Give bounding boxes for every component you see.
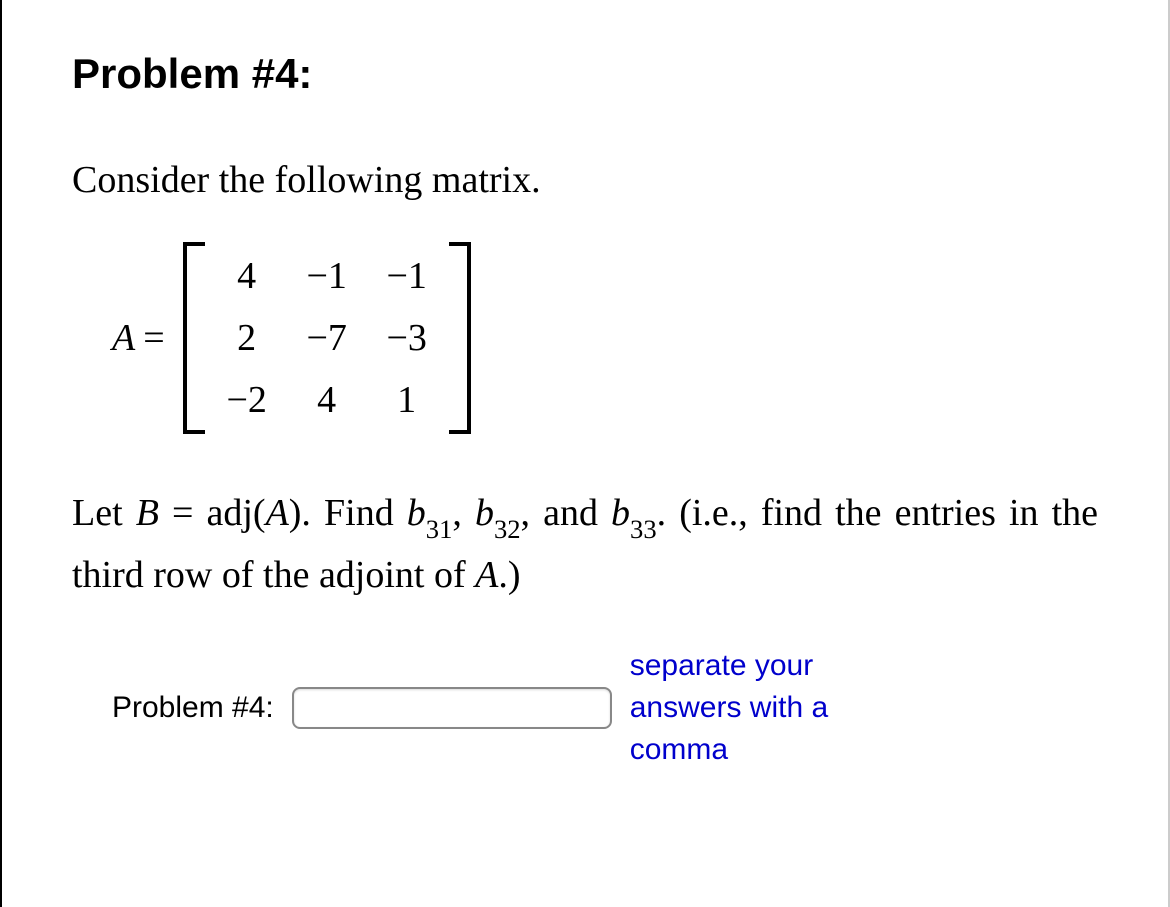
right-bracket-icon <box>449 242 471 434</box>
q-text: = adj( <box>159 492 266 534</box>
matrix-cell: −1 <box>385 254 429 298</box>
q-text: ). Find <box>289 492 407 534</box>
q-sub: 33 <box>630 514 657 544</box>
matrix-cell: −3 <box>385 316 429 360</box>
q-var-b: b <box>407 492 426 534</box>
q-var-b: b <box>475 492 494 534</box>
problem-page: Problem #4: Consider the following matri… <box>0 0 1170 907</box>
matrix-cell: −7 <box>305 316 349 360</box>
answer-input[interactable] <box>292 687 612 729</box>
answer-row: Problem #4: separate your answers with a… <box>112 645 1098 771</box>
matrix-cell: 4 <box>225 254 269 298</box>
problem-title: Problem #4: <box>72 50 1098 98</box>
q-text: Let <box>72 492 136 534</box>
matrix-cell: −2 <box>225 378 269 422</box>
matrix-cell: 2 <box>225 316 269 360</box>
matrix-definition: A= 4 −1 −1 2 −7 −3 −2 4 1 <box>112 242 1098 434</box>
q-text: .) <box>498 554 520 596</box>
q-text: , and <box>521 492 612 534</box>
q-text: , <box>452 492 475 534</box>
matrix-cell: 1 <box>385 378 429 422</box>
q-var-A: A <box>475 554 498 596</box>
answer-label: Problem #4: <box>112 691 274 725</box>
equals-sign: = <box>143 317 164 359</box>
matrix-symbol: A <box>112 317 135 359</box>
q-sub: 31 <box>426 514 453 544</box>
intro-text: Consider the following matrix. <box>72 158 1098 202</box>
matrix-grid: 4 −1 −1 2 −7 −3 −2 4 1 <box>205 242 449 434</box>
q-var-A: A <box>266 492 289 534</box>
answer-hint: separate your answers with a comma <box>630 645 930 771</box>
matrix-lhs: A= <box>112 316 165 360</box>
left-bracket-icon <box>183 242 205 434</box>
matrix-cell: 4 <box>305 378 349 422</box>
question-text: Let B = adj(A). Find b31, b32, and b33. … <box>72 484 1098 605</box>
q-var-b: b <box>611 492 630 534</box>
matrix-cell: −1 <box>305 254 349 298</box>
q-sub: 32 <box>494 514 521 544</box>
q-var-B: B <box>136 492 159 534</box>
